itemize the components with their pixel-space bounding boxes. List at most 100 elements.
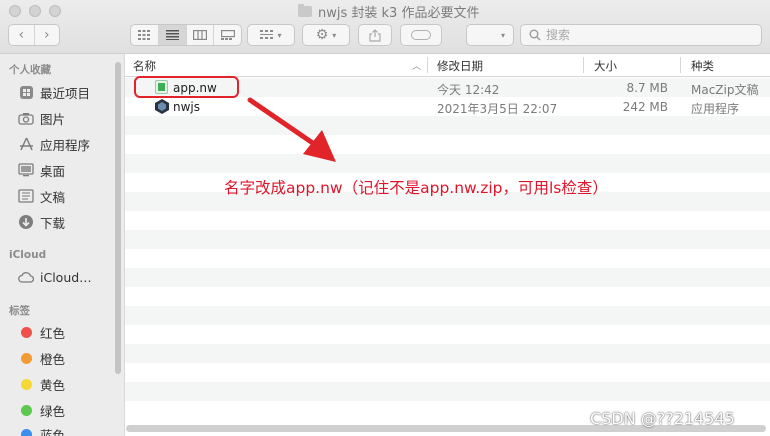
zip-document-icon <box>155 80 168 94</box>
file-list: 名称 ︿ 修改日期 大小 种类 app.nw 今天 12:42 8.7 MB M… <box>124 54 770 436</box>
column-header-name[interactable]: 名称 <box>133 58 156 74</box>
sidebar-item-downloads[interactable]: 下载 <box>18 212 65 232</box>
tag-icon <box>411 30 431 40</box>
file-name: nwjs <box>173 100 201 114</box>
file-date: 今天 12:42 <box>437 83 500 97</box>
window-title-text: nwjs 封装 k3 作品必要文件 <box>318 5 480 21</box>
minimize-window-button[interactable] <box>29 5 41 17</box>
action-menu-content: ⚙ ▾ <box>303 25 349 45</box>
view-mode-switcher <box>130 24 242 46</box>
column-view-icon <box>192 30 207 40</box>
column-header-kind[interactable]: 种类 <box>691 58 714 74</box>
title-bar: nwjs 封装 k3 作品必要文件 ‹ › ▾ ⚙ ▾ ▾ 搜索 <box>0 0 770 54</box>
sidebar-item-applications[interactable]: 应用程序 <box>18 134 90 154</box>
sidebar: 个人收藏 最近项目 图片 应用程序 桌面 文稿 下载 iCloud iCloud… <box>0 54 124 436</box>
empty-row <box>125 344 770 363</box>
chevron-down-icon: ▾ <box>332 30 337 40</box>
gear-icon: ⚙ <box>315 27 329 43</box>
finder-window: nwjs 封装 k3 作品必要文件 ‹ › ▾ ⚙ ▾ ▾ 搜索 个人收藏 最近… <box>0 0 770 436</box>
sidebar-tag-red[interactable]: 红色 <box>18 322 65 342</box>
recents-icon <box>18 84 34 100</box>
table-row[interactable]: nwjs 2021年3月5日 22:07 242 MB 应用程序 <box>125 97 770 116</box>
empty-row <box>125 230 770 249</box>
search-field[interactable] <box>520 24 762 46</box>
sidebar-item-label: iCloud… <box>40 269 92 285</box>
sidebar-item-label: 绿色 <box>40 403 66 419</box>
group-by-button[interactable]: ▾ <box>247 24 295 46</box>
sidebar-item-desktop[interactable]: 桌面 <box>18 160 65 180</box>
gallery-view-icon <box>220 30 235 40</box>
green-tag-dot-icon <box>21 404 32 416</box>
chevron-right-icon: › <box>43 27 50 43</box>
list-view-icon <box>165 30 179 40</box>
share-button[interactable] <box>358 24 392 46</box>
sidebar-item-label: 黄色 <box>40 377 66 393</box>
empty-row <box>125 382 770 401</box>
chevron-left-icon: ‹ <box>18 27 25 43</box>
sidebar-item-label: 最近项目 <box>40 85 91 101</box>
empty-row <box>125 325 770 344</box>
sidebar-item-recents[interactable]: 最近项目 <box>18 82 90 102</box>
column-header-size[interactable]: 大小 <box>594 58 617 74</box>
gallery-view-button[interactable] <box>213 25 241 45</box>
column-divider[interactable] <box>427 57 428 73</box>
back-button[interactable]: ‹ <box>9 25 34 45</box>
sidebar-section-icloud: iCloud <box>9 249 47 261</box>
watermark-text: CSDN @??214545 <box>590 409 735 428</box>
close-window-button[interactable] <box>9 5 21 17</box>
sidebar-section-tags: 标签 <box>9 305 30 317</box>
sidebar-tag-orange[interactable]: 橙色 <box>18 348 65 368</box>
empty-row <box>125 287 770 306</box>
empty-row <box>125 211 770 230</box>
zoom-window-button[interactable] <box>49 5 61 17</box>
table-row[interactable]: app.nw 今天 12:42 8.7 MB MacZip文稿 <box>125 78 770 97</box>
sidebar-item-label: 下载 <box>40 215 66 231</box>
search-input[interactable] <box>546 28 746 42</box>
file-kind: 应用程序 <box>691 102 740 116</box>
share-icon <box>369 28 381 42</box>
empty-row <box>125 363 770 382</box>
orange-tag-dot-icon <box>21 352 32 364</box>
sidebar-item-label: 橙色 <box>40 351 66 367</box>
sidebar-section-favorites: 个人收藏 <box>9 64 51 76</box>
file-size: 8.7 MB <box>626 81 668 95</box>
sidebar-tag-yellow[interactable]: 黄色 <box>18 374 65 394</box>
camera-icon <box>18 110 34 126</box>
chevron-down-icon: ▾ <box>277 30 282 40</box>
search-icon <box>529 29 541 41</box>
icon-view-button[interactable] <box>131 25 158 45</box>
file-size: 242 MB <box>622 100 668 114</box>
blue-tag-dot-icon <box>21 428 32 436</box>
sidebar-item-pictures[interactable]: 图片 <box>18 108 65 128</box>
edit-tags-button[interactable] <box>400 24 442 46</box>
sidebar-tag-blue[interactable]: 蓝色 <box>18 424 65 436</box>
sidebar-scrollbar[interactable] <box>115 62 121 374</box>
empty-row <box>125 135 770 154</box>
list-view-button[interactable] <box>157 25 186 45</box>
column-header-date[interactable]: 修改日期 <box>437 58 483 74</box>
file-date: 2021年3月5日 22:07 <box>437 102 558 116</box>
action-menu-button[interactable]: ⚙ ▾ <box>302 24 350 46</box>
more-dropdown-button[interactable]: ▾ <box>466 24 514 46</box>
column-view-button[interactable] <box>185 25 214 45</box>
icon-view-icon <box>138 30 151 40</box>
folder-icon <box>298 3 312 17</box>
downloads-icon <box>18 214 34 230</box>
empty-row <box>125 154 770 173</box>
sidebar-tag-green[interactable]: 绿色 <box>18 400 65 420</box>
documents-icon <box>18 188 34 204</box>
navigation-buttons: ‹ › <box>8 24 60 46</box>
empty-row <box>125 268 770 287</box>
empty-row <box>125 116 770 135</box>
sidebar-item-documents[interactable]: 文稿 <box>18 186 65 206</box>
column-divider[interactable] <box>583 57 584 73</box>
empty-row <box>125 249 770 268</box>
column-header-row: 名称 ︿ 修改日期 大小 种类 <box>125 54 770 77</box>
desktop-icon <box>18 162 34 178</box>
column-divider[interactable] <box>680 57 681 73</box>
forward-button[interactable]: › <box>33 25 60 45</box>
cloud-icon <box>18 269 34 285</box>
sidebar-item-label: 图片 <box>40 111 66 127</box>
red-tag-dot-icon <box>21 326 32 338</box>
sidebar-item-icloud-drive[interactable]: iCloud… <box>18 267 92 287</box>
